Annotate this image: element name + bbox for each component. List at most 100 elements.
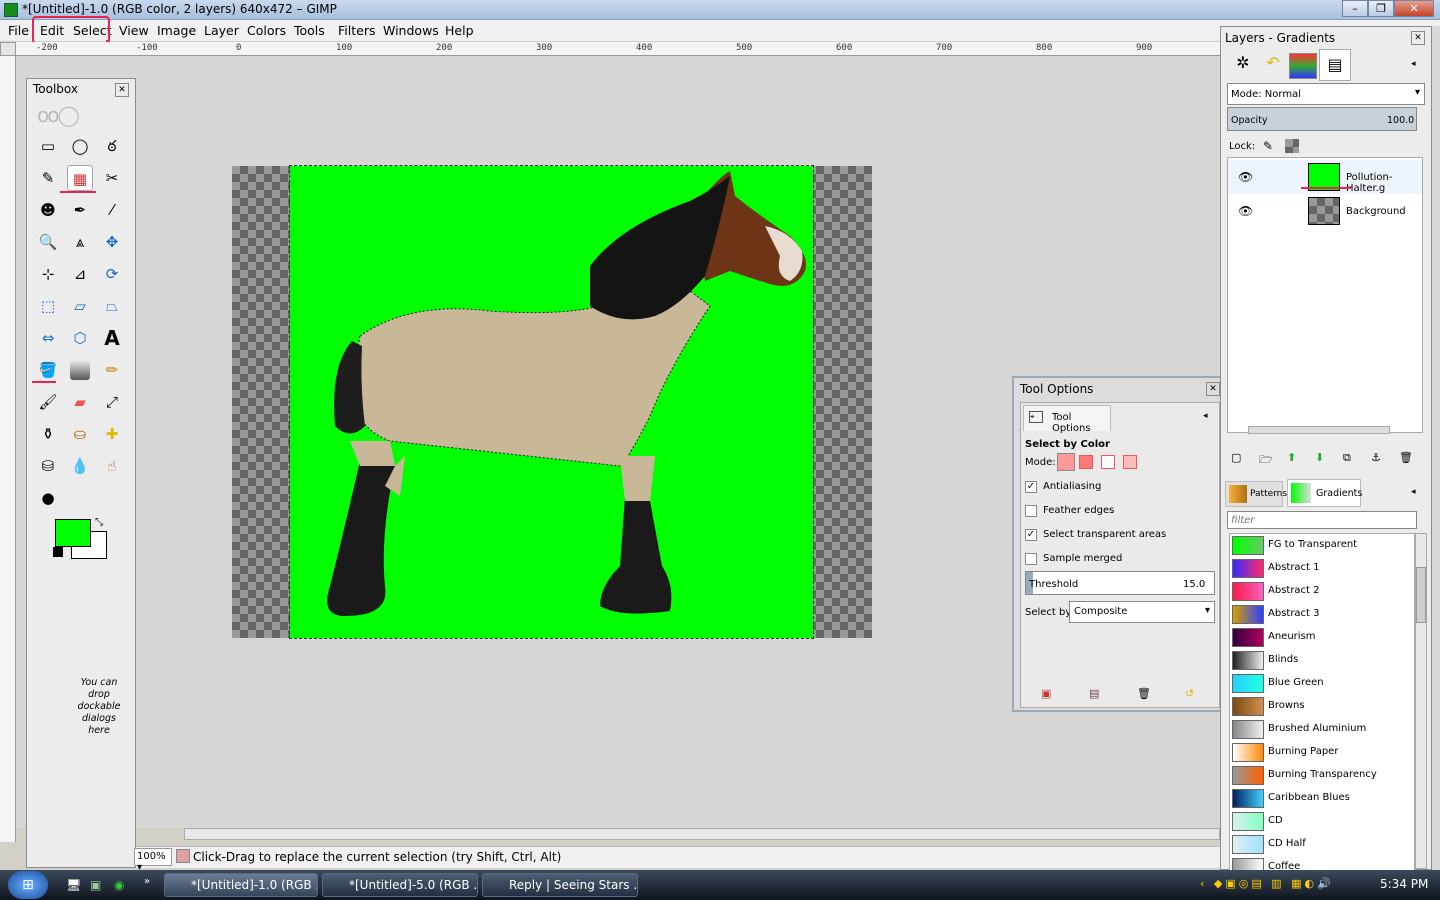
quicklaunch-more-icon[interactable]: » bbox=[144, 876, 150, 887]
eraser-tool[interactable]: ▰ bbox=[67, 389, 93, 415]
foreground-select-tool[interactable]: ☻ bbox=[35, 197, 61, 223]
tab-layers-icon[interactable] bbox=[1289, 53, 1317, 79]
heal-tool[interactable]: ✚ bbox=[99, 421, 125, 447]
ellipse-select-tool[interactable]: ◯ bbox=[67, 133, 93, 159]
close-icon[interactable]: ✕ bbox=[1411, 31, 1425, 45]
save-options-icon[interactable]: ▣ bbox=[1041, 687, 1051, 700]
horizontal-scrollbar[interactable] bbox=[184, 828, 1220, 840]
gradient-item[interactable]: Burning Transparency bbox=[1230, 764, 1410, 786]
swap-colors-icon[interactable]: ⤡ bbox=[95, 517, 103, 528]
gradient-item[interactable]: Burning Paper bbox=[1230, 741, 1410, 763]
anchor-layer-icon[interactable]: ⚓ bbox=[1371, 451, 1381, 464]
gradient-item[interactable]: Aneurism bbox=[1230, 626, 1410, 648]
tab-gradients[interactable]: Gradients bbox=[1287, 479, 1362, 507]
color-picker-tool[interactable]: ⁄ bbox=[99, 197, 125, 223]
tray-icons[interactable]: ‹ ◆▣◎▤ ▥ ▦◐🔊 bbox=[1200, 877, 1370, 893]
dodge-burn-tool[interactable]: ● bbox=[35, 485, 61, 511]
fuzzy-select-tool[interactable]: ✎ bbox=[35, 165, 61, 191]
foreground-color-swatch[interactable] bbox=[55, 519, 91, 547]
close-button[interactable]: ✕ bbox=[1394, 0, 1434, 17]
duplicate-layer-icon[interactable]: ⧉ bbox=[1343, 451, 1351, 465]
clone-tool[interactable]: ⛀ bbox=[67, 421, 93, 447]
panel-menu-icon[interactable]: ◂ bbox=[1411, 487, 1416, 497]
blur-tool[interactable]: 💧 bbox=[67, 453, 93, 479]
minimize-button[interactable]: – bbox=[1342, 0, 1368, 17]
menu-tools[interactable]: Tools bbox=[294, 23, 325, 38]
smudge-tool[interactable]: ☝ bbox=[99, 453, 125, 479]
perspective-clone-tool[interactable]: ⛁ bbox=[35, 453, 61, 479]
layers-h-scrollbar[interactable] bbox=[1248, 426, 1390, 434]
quicklaunch-torrent-icon[interactable]: ◉ bbox=[114, 878, 124, 892]
maximize-button[interactable]: ❐ bbox=[1368, 0, 1394, 17]
gradient-item[interactable]: CD bbox=[1230, 810, 1410, 832]
shear-tool[interactable]: ▱ bbox=[67, 293, 93, 319]
close-icon[interactable]: ✕ bbox=[115, 83, 129, 97]
airbrush-tool[interactable]: ⤢ bbox=[99, 389, 125, 415]
tab-channels-icon[interactable]: ▤ bbox=[1319, 49, 1351, 81]
mode-intersect-button[interactable] bbox=[1123, 455, 1137, 469]
zoom-tool[interactable]: 🔍 bbox=[35, 229, 61, 255]
rotate-tool[interactable]: ⟳ bbox=[99, 261, 125, 287]
sample-merged-checkbox[interactable] bbox=[1025, 553, 1037, 565]
reset-options-icon[interactable]: ↺ bbox=[1185, 687, 1194, 700]
tab-tool-options-icon[interactable]: ✲ bbox=[1229, 53, 1257, 79]
blend-tool[interactable] bbox=[70, 360, 90, 380]
feather-edges-checkbox[interactable] bbox=[1025, 505, 1037, 517]
mode-replace-button[interactable] bbox=[1057, 453, 1075, 471]
menu-windows[interactable]: Windows bbox=[383, 23, 439, 38]
layer-mode-dropdown[interactable]: Mode: Normal ▾ bbox=[1227, 83, 1425, 105]
crop-tool[interactable]: ⊿ bbox=[67, 261, 93, 287]
scissors-tool[interactable]: ✂ bbox=[99, 165, 125, 191]
mode-subtract-button[interactable] bbox=[1101, 455, 1115, 469]
start-button[interactable]: ⊞ bbox=[8, 871, 48, 899]
scale-tool[interactable]: ⬚ bbox=[35, 293, 61, 319]
flip-tool[interactable]: ⇔ bbox=[35, 325, 61, 351]
align-tool[interactable]: ⊹ bbox=[35, 261, 61, 287]
new-layer-group-icon[interactable]: 🗁 bbox=[1259, 451, 1273, 470]
raise-layer-icon[interactable]: ⬆ bbox=[1287, 451, 1296, 464]
delete-layer-icon[interactable]: 🗑 bbox=[1399, 451, 1413, 464]
gradient-item[interactable]: Browns bbox=[1230, 695, 1410, 717]
lock-alpha-icon[interactable] bbox=[1285, 139, 1299, 153]
default-colors-icon[interactable] bbox=[53, 547, 63, 557]
delete-options-icon[interactable]: 🗑 bbox=[1137, 687, 1151, 700]
move-tool[interactable]: ✥ bbox=[99, 229, 125, 255]
menu-image[interactable]: Image bbox=[157, 23, 196, 38]
menu-layer[interactable]: Layer bbox=[204, 23, 239, 38]
gradient-item[interactable]: Abstract 1 bbox=[1230, 557, 1410, 579]
gradient-scroll-thumb[interactable] bbox=[1416, 567, 1426, 623]
panel-menu-icon[interactable]: ◂ bbox=[1203, 411, 1208, 421]
paintbrush-tool[interactable]: 🖌 bbox=[35, 389, 61, 415]
gradient-filter-input[interactable] bbox=[1227, 511, 1417, 529]
tab-patterns[interactable]: Patterns bbox=[1225, 481, 1287, 507]
lower-layer-icon[interactable]: ⬇ bbox=[1315, 451, 1324, 464]
bucket-fill-tool[interactable]: 🪣 bbox=[35, 357, 61, 383]
gradient-item[interactable]: Abstract 3 bbox=[1230, 603, 1410, 625]
paths-tool[interactable]: ✒ bbox=[67, 197, 93, 223]
ink-tool[interactable]: ⚱ bbox=[35, 421, 61, 447]
select-transparent-checkbox[interactable]: ✓ bbox=[1025, 529, 1037, 541]
close-icon[interactable]: ✕ bbox=[1206, 382, 1220, 396]
gradient-item[interactable]: CD Half bbox=[1230, 833, 1410, 855]
menu-file[interactable]: File bbox=[8, 23, 29, 38]
gradient-item[interactable]: Brushed Aluminium bbox=[1230, 718, 1410, 740]
text-tool[interactable]: A bbox=[99, 325, 125, 351]
select-by-dropdown[interactable]: Composite ▾ bbox=[1069, 601, 1215, 623]
mode-add-button[interactable] bbox=[1079, 455, 1093, 469]
quicklaunch-desktop-icon[interactable]: 🖥 bbox=[66, 878, 81, 892]
ruler-corner[interactable] bbox=[0, 42, 16, 56]
menu-help[interactable]: Help bbox=[445, 23, 474, 38]
taskbar-item-gimp-1[interactable]: *[Untitled]-1.0 (RGB ... bbox=[164, 873, 318, 897]
lock-pixels-icon[interactable]: ✎ bbox=[1263, 139, 1273, 153]
measure-tool[interactable]: ⩓ bbox=[67, 229, 93, 255]
menu-view[interactable]: View bbox=[119, 23, 149, 38]
quicklaunch-gimp-icon[interactable]: ▣ bbox=[90, 878, 101, 892]
antialiasing-checkbox[interactable]: ✓ bbox=[1025, 481, 1037, 493]
eye-icon[interactable]: 👁 bbox=[1238, 170, 1253, 184]
rect-select-tool[interactable]: ▭ bbox=[35, 133, 61, 159]
perspective-tool[interactable]: ⏢ bbox=[99, 293, 125, 319]
panel-menu-icon[interactable]: ◂ bbox=[1411, 59, 1416, 69]
gradient-item[interactable]: Blinds bbox=[1230, 649, 1410, 671]
gradient-item[interactable]: Abstract 2 bbox=[1230, 580, 1410, 602]
layer-row-background[interactable]: 👁 Background bbox=[1228, 194, 1422, 228]
